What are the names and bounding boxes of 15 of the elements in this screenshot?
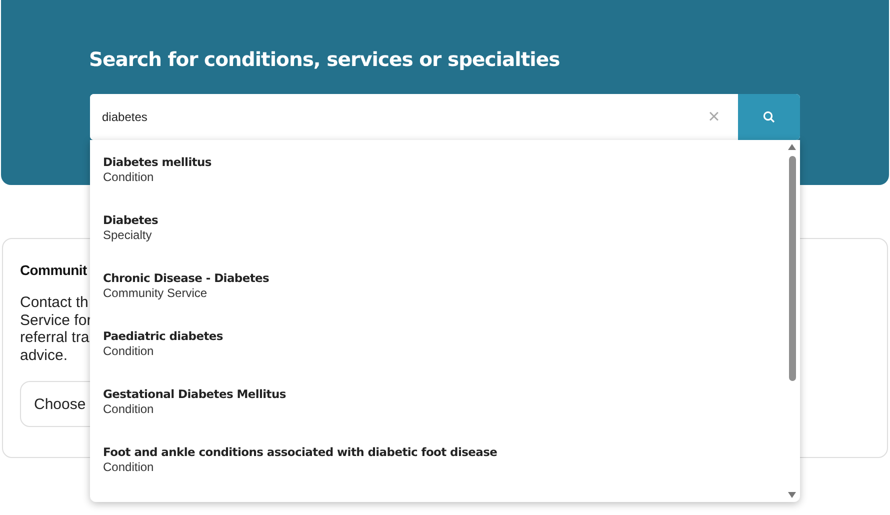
card-title: Communit <box>20 261 87 279</box>
card-text-line: Contact th <box>20 294 88 312</box>
suggestion-item[interactable]: Foot and ankle conditions associated with diabetic foot disease Condition <box>103 444 773 474</box>
search-bar[interactable]: diabetes × <box>90 94 800 140</box>
scroll-down-icon[interactable] <box>788 492 796 498</box>
card-text-line: Service for <box>20 312 92 329</box>
hero-title: Search for conditions, services or specialties <box>89 47 561 73</box>
card-text-line: referral tra <box>20 329 90 346</box>
suggestion-item[interactable]: Paediatric diabetes Condition <box>103 328 773 358</box>
scroll-up-icon[interactable] <box>788 144 796 150</box>
suggestion-item[interactable]: Diabetes mellitus Condition <box>103 154 773 184</box>
suggestion-item[interactable]: Chronic Disease - Diabetes Community Service <box>103 270 773 300</box>
suggestion-item[interactable]: Diabetes Specialty <box>103 212 773 242</box>
card-text-line: advice. <box>20 346 68 364</box>
search-icon <box>763 111 775 123</box>
